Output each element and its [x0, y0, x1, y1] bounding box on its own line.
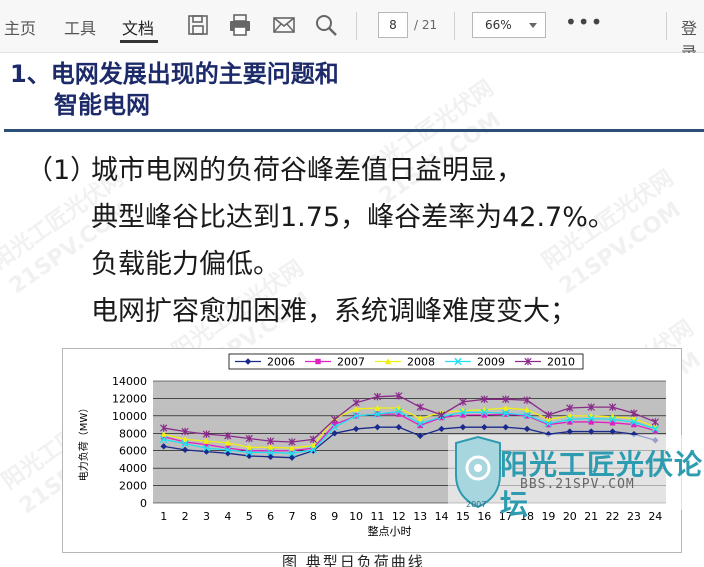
save-icon[interactable] — [186, 13, 210, 37]
body-paragraph: （1）城市电网的负荷谷峰差值日益明显， 典型峰谷比达到1.75，峰谷差率为42.… — [26, 147, 615, 335]
y-tick-label: 0 — [140, 497, 147, 510]
toolbar-divider — [356, 12, 357, 40]
x-tick-label: 14 — [435, 510, 449, 523]
logo-url: BBS.21SPV.COM — [520, 477, 635, 492]
legend-label: 2007 — [337, 356, 365, 369]
x-tick-label: 12 — [392, 510, 406, 523]
search-icon[interactable] — [314, 13, 338, 37]
tab-document[interactable]: 文档 — [122, 15, 154, 39]
x-tick-label: 7 — [288, 510, 295, 523]
y-tick-label: 14000 — [112, 375, 147, 388]
x-tick-label: 10 — [349, 510, 363, 523]
paragraph-line: 电网扩容愈加困难，系统调峰难度变大； — [91, 296, 577, 327]
x-tick-label: 5 — [246, 510, 253, 523]
heading-rule — [4, 129, 704, 132]
x-tick-label: 8 — [310, 510, 317, 523]
page-number-input[interactable]: 8 — [378, 12, 408, 38]
x-tick-label: 3 — [203, 510, 210, 523]
x-tick-label: 1 — [160, 510, 167, 523]
zoom-select[interactable]: 66% — [472, 12, 546, 38]
section-heading: 1、电网发展出现的主要问题和 智能电网 — [10, 59, 339, 121]
heading-line-2: 智能电网 — [54, 91, 150, 119]
legend-label: 2010 — [547, 356, 575, 369]
paragraph-line: 城市电网的负荷谷峰差值日益明显， — [91, 155, 523, 186]
y-tick-label: 2000 — [119, 480, 147, 493]
paragraph-line: 典型峰谷比达到1.75，峰谷差率为42.7%。 — [91, 202, 615, 233]
figure-caption: 图 典型日负荷曲线 — [282, 553, 425, 567]
y-tick-label: 12000 — [112, 392, 147, 405]
toolbar: 主页 工具 文档 8 / 21 66% ••• 登录 — [0, 0, 704, 62]
y-axis-label: 电力负荷（MW） — [77, 403, 90, 482]
y-tick-label: 8000 — [119, 427, 147, 440]
x-tick-label: 13 — [413, 510, 427, 523]
paragraph-label: （1） — [26, 155, 98, 186]
page-total: / 21 — [414, 18, 438, 32]
paragraph-line: 负载能力偏低。 — [91, 249, 280, 280]
logo-year: 2007 — [466, 500, 487, 509]
heading-line-1: 1、电网发展出现的主要问题和 — [10, 60, 339, 88]
legend-label: 2006 — [267, 356, 295, 369]
print-icon[interactable] — [228, 13, 252, 37]
more-icon[interactable]: ••• — [565, 10, 603, 34]
email-icon[interactable] — [272, 13, 296, 37]
x-tick-label: 11 — [370, 510, 384, 523]
legend-label: 2008 — [407, 356, 435, 369]
chevron-down-icon — [529, 23, 537, 28]
x-tick-label: 4 — [224, 510, 231, 523]
zoom-value: 66% — [485, 18, 512, 32]
tab-home[interactable]: 主页 — [4, 15, 36, 39]
tab-tools[interactable]: 工具 — [64, 15, 96, 39]
x-tick-label: 6 — [267, 510, 274, 523]
x-axis-label: 整点小时 — [368, 524, 412, 538]
y-tick-label: 4000 — [119, 462, 147, 475]
legend-label: 2009 — [477, 356, 505, 369]
data-point — [315, 358, 321, 365]
x-tick-label: 15 — [456, 510, 470, 523]
toolbar-divider — [666, 12, 667, 40]
x-tick-label: 16 — [477, 510, 491, 523]
y-tick-label: 10000 — [112, 410, 147, 423]
toolbar-divider — [454, 12, 455, 40]
y-tick-label: 6000 — [119, 445, 147, 458]
active-tab-indicator — [120, 40, 158, 43]
x-tick-label: 2 — [182, 510, 189, 523]
x-tick-label: 9 — [331, 510, 338, 523]
